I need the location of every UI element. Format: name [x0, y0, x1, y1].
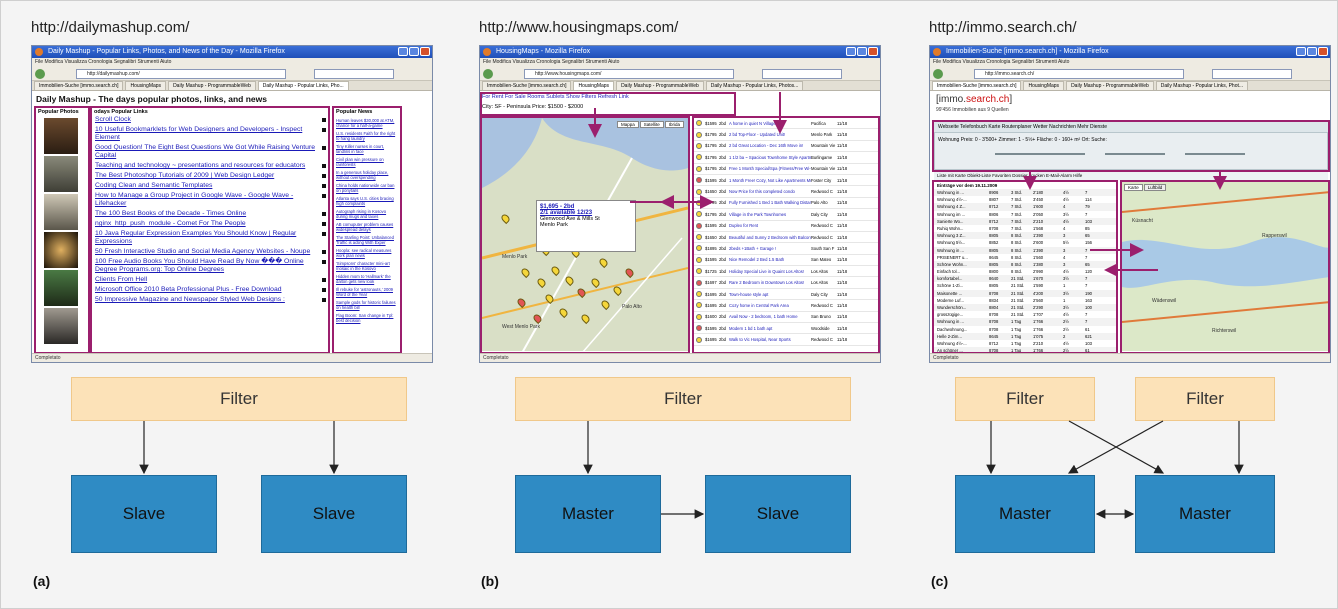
panel-a: http://dailymashup.com/ Daily Mashup - P… — [31, 1, 451, 609]
search-box[interactable] — [1212, 69, 1292, 79]
panel-label: (c) — [931, 573, 949, 589]
panel-label: (b) — [481, 573, 499, 589]
window-controls — [398, 47, 430, 56]
browser-tab[interactable]: Daily Mashup - Popular Links, Phot... — [1155, 81, 1249, 90]
browser-tab[interactable]: Immobilien-Suche [immo.search.ch] — [482, 81, 572, 90]
diagram-arrows — [139, 421, 339, 475]
browser-tab[interactable]: Daily Mashup - Popular Links, Photos... — [705, 81, 804, 90]
status-bar: Completato — [480, 353, 880, 362]
panel-b: http://www.housingmaps.com/ HousingMaps … — [479, 1, 899, 609]
close-button[interactable] — [1318, 47, 1328, 56]
back-button[interactable] — [483, 69, 493, 79]
close-button[interactable] — [420, 47, 430, 56]
highlight-photos — [34, 106, 90, 353]
browser-window: Daily Mashup - Popular Links, Photos, an… — [31, 45, 433, 363]
maximize-button[interactable] — [857, 47, 867, 56]
highlight-news — [332, 106, 402, 353]
window-controls — [1296, 47, 1328, 56]
figure-frame: http://dailymashup.com/ Daily Mashup - P… — [0, 0, 1338, 609]
browser-tab[interactable]: Daily Mashup - ProgrammableWeb — [616, 81, 704, 90]
minimize-button[interactable] — [398, 47, 408, 56]
page-title: Daily Mashup - The days popular photos, … — [36, 94, 267, 104]
search-box[interactable] — [762, 69, 842, 79]
browser-tab[interactable]: HousingMaps — [1023, 81, 1065, 90]
back-button[interactable] — [933, 69, 943, 79]
browser-window: Immobilien-Suche [immo.search.ch] - Mozi… — [929, 45, 1331, 363]
browser-tab[interactable]: Immobilien-Suche [immo.search.ch] — [34, 81, 124, 90]
menu-bar[interactable]: File Modifica Visualizza Cronologia Segn… — [32, 58, 432, 67]
browser-tab-active[interactable]: Daily Mashup - Popular Links, Pho... — [257, 81, 349, 90]
search-box[interactable] — [314, 69, 394, 79]
window-titlebar: Daily Mashup - Popular Links, Photos, an… — [32, 46, 432, 58]
tab-bar: Immobilien-Suche [immo.search.ch] Housin… — [930, 81, 1330, 91]
logo-brand: search.ch — [966, 94, 1010, 105]
window-titlebar: HousingMaps - Mozilla Firefox — [480, 46, 880, 58]
navigation-toolbar: http://immo.search.ch/ — [930, 67, 1330, 81]
logo-suffix: ] — [1009, 94, 1013, 105]
highlight-list — [692, 116, 880, 353]
back-button[interactable] — [35, 69, 45, 79]
listing-count: 99'456 Immobilien aus 9 Quellen — [936, 107, 1009, 113]
highlight-list — [932, 180, 1118, 353]
maximize-button[interactable] — [409, 47, 419, 56]
page-content: Daily Mashup - The days popular photos, … — [32, 92, 432, 353]
browser-tab[interactable]: HousingMaps — [125, 81, 167, 90]
highlight-links — [90, 106, 330, 353]
panel-c: http://immo.search.ch/ Immobilien-Suche … — [929, 1, 1338, 609]
diagram-arrows — [986, 420, 1244, 519]
address-bar[interactable]: http://dailymashup.com/ — [76, 69, 286, 79]
menu-bar[interactable]: File Modifica Visualizza Cronologia Segn… — [480, 58, 880, 67]
window-title: Daily Mashup - Popular Links, Photos, an… — [48, 48, 285, 55]
browser-tab-active[interactable]: HousingMaps — [573, 81, 615, 90]
minimize-button[interactable] — [1296, 47, 1306, 56]
window-title: Immobilien-Suche [immo.search.ch] - Mozi… — [946, 48, 1109, 55]
diagram-b: Filter Master Slave — [479, 377, 899, 567]
firefox-icon — [35, 48, 43, 56]
highlight-filters — [932, 120, 1330, 172]
address-bar[interactable]: http://www.housingmaps.com/ — [524, 69, 734, 79]
results-toolbar[interactable]: Liste mit Karte Obiekt-Liste Favoriten D… — [934, 172, 1328, 180]
menu-bar[interactable]: File Modifica Visualizza Cronologia Segn… — [930, 58, 1330, 67]
firefox-icon — [483, 48, 491, 56]
tab-bar: Immobilien-Suche [immo.search.ch] Housin… — [32, 81, 432, 91]
close-button[interactable] — [868, 47, 878, 56]
logo-prefix: [immo. — [936, 94, 966, 105]
panel-label: (a) — [33, 573, 51, 589]
highlight-filters — [480, 92, 736, 116]
status-bar: Completato — [32, 353, 432, 362]
panel-url: http://dailymashup.com/ — [31, 19, 190, 36]
browser-window: HousingMaps - Mozilla Firefox File Modif… — [479, 45, 881, 363]
navigation-toolbar: http://dailymashup.com/ — [32, 67, 432, 81]
browser-tab-active[interactable]: Immobilien-Suche [immo.search.ch] — [932, 81, 1022, 90]
window-controls — [846, 47, 878, 56]
highlight-map — [480, 116, 690, 353]
page-content: [immo.search.ch] 99'456 Immobilien aus 9… — [930, 92, 1330, 353]
tab-bar: Immobilien-Suche [immo.search.ch] Housin… — [480, 81, 880, 91]
address-bar[interactable]: http://immo.search.ch/ — [974, 69, 1184, 79]
panel-url: http://www.housingmaps.com/ — [479, 19, 679, 36]
browser-tab[interactable]: Daily Mashup - ProgrammableWeb — [1066, 81, 1154, 90]
diagram-a: Filter Slave Slave — [31, 377, 451, 567]
status-bar: Completato — [930, 353, 1330, 362]
minimize-button[interactable] — [846, 47, 856, 56]
firefox-icon — [933, 48, 941, 56]
panel-url: http://immo.search.ch/ — [929, 19, 1077, 36]
browser-tab[interactable]: Daily Mashup - ProgrammableWeb — [168, 81, 256, 90]
diagram-arrows — [583, 421, 705, 519]
navigation-toolbar: http://www.housingmaps.com/ — [480, 67, 880, 81]
site-logo[interactable]: [immo.search.ch] — [936, 94, 1012, 105]
page-content: For Rent For Sale Rooms Sublets Show Fil… — [480, 92, 880, 353]
highlight-map — [1120, 180, 1330, 353]
window-titlebar: Immobilien-Suche [immo.search.ch] - Mozi… — [930, 46, 1330, 58]
maximize-button[interactable] — [1307, 47, 1317, 56]
diagram-c: Filter Filter Master Master — [929, 377, 1338, 567]
window-title: HousingMaps - Mozilla Firefox — [496, 48, 591, 55]
